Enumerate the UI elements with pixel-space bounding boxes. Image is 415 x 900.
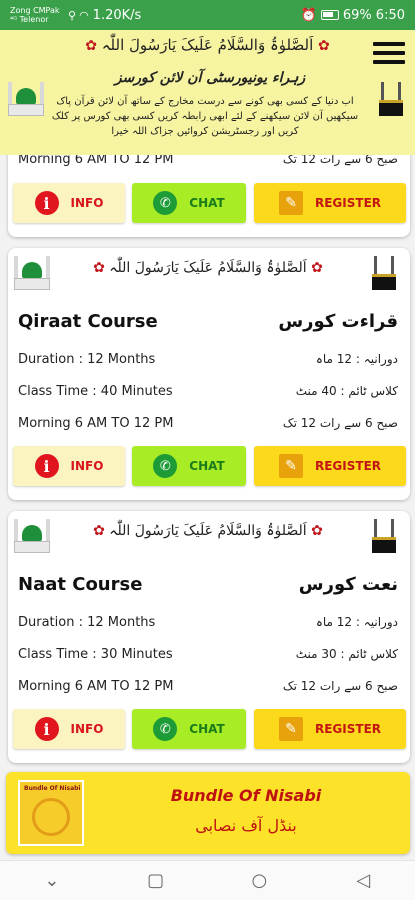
- rose-icon: ✿: [93, 260, 105, 276]
- register-form-icon: ✎: [278, 191, 303, 215]
- app-header: ✿ اَلصَّلوٰۃُ وَالسَّلَامُ عَلَیکَ یَارَ…: [0, 30, 415, 155]
- course-duration-en: Duration : 12 Months: [18, 615, 156, 630]
- info-icon: i: [34, 717, 59, 741]
- info-button-label: INFO: [70, 459, 104, 473]
- course-duration-en: Duration : 12 Months: [18, 352, 156, 367]
- course-salawat-text: اَلصَّلوٰۃُ وَالسَّلَامُ عَلَیکَ یَارَسُ…: [109, 260, 307, 276]
- chat-button[interactable]: ✆ CHAT: [132, 446, 246, 486]
- alarm-icon: ⏰: [300, 7, 317, 23]
- home-icon[interactable]: ○: [244, 866, 274, 896]
- course-class-time-en: Class Time : 40 Minutes: [18, 384, 173, 399]
- kaaba-icon: [377, 82, 405, 116]
- info-icon: i: [34, 191, 59, 215]
- rose-icon: ✿: [311, 260, 323, 276]
- status-bar: Zong CMPak ⁴ᴳ Telenor ⚲ ◠ 1.20K/s ⏰ 69% …: [0, 0, 415, 30]
- bundle-title-en: Bundle Of Nisabi: [170, 786, 322, 805]
- header-description: اب دنیا کے کسی بھی کونے سے درست مخارج کے…: [51, 96, 359, 137]
- whatsapp-icon: ✆: [153, 454, 178, 478]
- course-timing-en: Morning 6 AM TO 12 PM: [18, 416, 174, 431]
- usb-icon: ⚲: [68, 8, 77, 22]
- info-button-label: INFO: [70, 722, 104, 736]
- header-salawat: ✿ اَلصَّلوٰۃُ وَالسَّلَامُ عَلَیکَ یَارَ…: [75, 36, 340, 54]
- chat-button[interactable]: ✆ CHAT: [132, 183, 246, 223]
- course-salawat: ✿ اَلصَّلوٰۃُ وَالسَّلَامُ عَلَیکَ یَارَ…: [88, 260, 328, 276]
- course-title-ur: قراءت کورس: [278, 311, 398, 332]
- whatsapp-icon: ✆: [153, 191, 178, 215]
- battery-icon: [320, 10, 339, 20]
- chat-button[interactable]: ✆ CHAT: [132, 709, 246, 749]
- register-button[interactable]: ✎ REGISTER: [254, 183, 406, 223]
- rose-icon: ✿: [93, 523, 105, 539]
- rose-icon: ✿: [85, 38, 97, 54]
- course-salawat: ✿ اَلصَّلوٰۃُ وَالسَّلَامُ عَلَیکَ یَارَ…: [88, 523, 328, 539]
- register-button-label: REGISTER: [314, 196, 382, 210]
- course-card-qiraat: ✿ اَلصَّلوٰۃُ وَالسَّلَامُ عَلَیکَ یَارَ…: [8, 248, 410, 500]
- course-timing-en: Morning 6 AM TO 12 PM: [18, 679, 174, 694]
- kaaba-icon: [370, 256, 398, 290]
- carrier-label: Zong CMPak ⁴ᴳ Telenor: [10, 6, 60, 24]
- mosque-icon: [12, 256, 52, 290]
- course-card-partial: Morning 6 AM TO 12 PM صبح 6 سے رات 12 تک…: [8, 155, 410, 237]
- info-button-label: INFO: [70, 196, 104, 210]
- rose-icon: ✿: [318, 38, 330, 54]
- chat-button-label: CHAT: [189, 196, 225, 210]
- chat-button-label: CHAT: [189, 722, 225, 736]
- register-button-label: REGISTER: [314, 459, 382, 473]
- register-form-icon: ✎: [278, 454, 303, 478]
- kaaba-icon: [370, 519, 398, 553]
- register-button[interactable]: ✎ REGISTER: [254, 709, 406, 749]
- course-title-en: Qiraat Course: [18, 311, 158, 332]
- course-card-naat: ✿ اَلصَّلوٰۃُ وَالسَّلَامُ عَلَیکَ یَارَ…: [8, 511, 410, 763]
- course-timing-ur: صبح 6 سے رات 12 تک: [282, 155, 398, 166]
- back-icon[interactable]: ◁: [348, 866, 378, 896]
- info-button[interactable]: i INFO: [13, 709, 125, 749]
- register-form-icon: ✎: [278, 717, 303, 741]
- battery-level: 69%: [342, 7, 372, 23]
- course-class-time-ur: کلاس ٹائم : 30 منٹ: [295, 647, 398, 661]
- rose-icon: ✿: [311, 523, 323, 539]
- bundle-title-ur: بنڈل آف نصابی: [195, 816, 297, 835]
- bundle-logo: Bundle Of Nisabi: [18, 780, 84, 846]
- info-button[interactable]: i INFO: [13, 183, 125, 223]
- recent-apps-icon[interactable]: ▢: [141, 866, 171, 896]
- register-button-label: REGISTER: [314, 722, 382, 736]
- course-title-ur: نعت کورس: [298, 574, 398, 595]
- header-title: زہراء یونیورسٹی آن لائن کورسز: [114, 70, 306, 86]
- system-nav-bar: ⌄ ▢ ○ ◁: [0, 860, 415, 900]
- course-timing-en: Morning 6 AM TO 12 PM: [18, 155, 174, 167]
- course-duration-ur: دورانیہ : 12 ماہ: [315, 615, 398, 629]
- header-salawat-text: اَلصَّلوٰۃُ وَالسَّلَامُ عَلَیکَ یَارَسُ…: [101, 36, 314, 54]
- status-right: ⏰ 69% 6:50: [301, 8, 405, 23]
- course-timing-ur: صبح 6 سے رات 12 تک: [282, 679, 398, 693]
- register-button[interactable]: ✎ REGISTER: [254, 446, 406, 486]
- course-duration-ur: دورانیہ : 12 ماہ: [315, 352, 398, 366]
- bundle-logo-text: Bundle Of Nisabi: [24, 785, 81, 792]
- bundle-of-nisabi-card[interactable]: Bundle Of Nisabi Bundle Of Nisabi بنڈل آ…: [6, 772, 410, 854]
- clock: 6:50: [375, 7, 405, 23]
- wifi-icon: ◠: [79, 8, 89, 22]
- bundle-logo-circle-icon: [32, 798, 70, 836]
- chat-button-label: CHAT: [189, 459, 225, 473]
- course-class-time-en: Class Time : 30 Minutes: [18, 647, 173, 662]
- status-icons: ⚲ ◠: [68, 9, 89, 22]
- course-timing-ur: صبح 6 سے رات 12 تک: [282, 416, 398, 430]
- hamburger-menu-icon[interactable]: [373, 42, 405, 64]
- network-speed: 1.20K/s: [92, 7, 142, 23]
- course-list[interactable]: Morning 6 AM TO 12 PM صبح 6 سے رات 12 تک…: [0, 155, 415, 860]
- nav-down-icon[interactable]: ⌄: [37, 866, 67, 896]
- mosque-icon: [12, 519, 52, 553]
- course-class-time-ur: کلاس ٹائم : 40 منٹ: [295, 384, 398, 398]
- info-icon: i: [34, 454, 59, 478]
- course-salawat-text: اَلصَّلوٰۃُ وَالسَّلَامُ عَلَیکَ یَارَسُ…: [109, 523, 307, 539]
- whatsapp-icon: ✆: [153, 717, 178, 741]
- info-button[interactable]: i INFO: [13, 446, 125, 486]
- course-title-en: Naat Course: [18, 574, 143, 595]
